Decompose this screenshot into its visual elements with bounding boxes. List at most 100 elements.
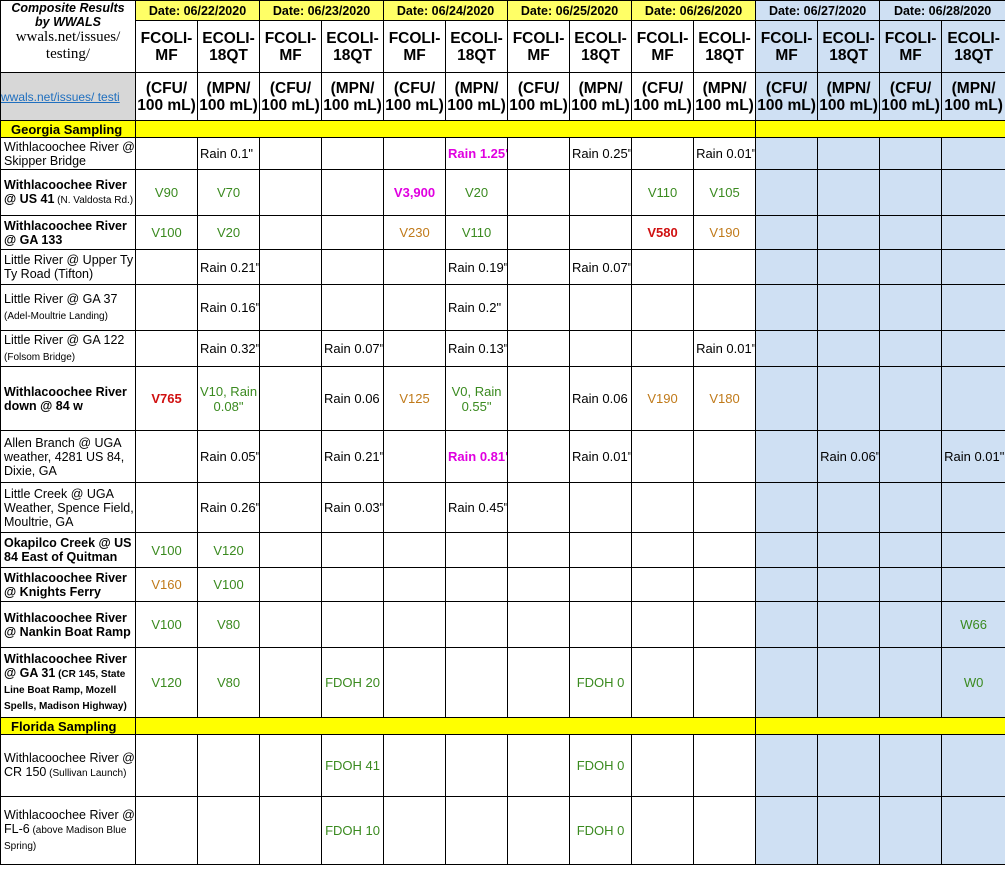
empty-cell [879, 796, 943, 865]
unit-mpn: (MPN/ 100 mL) [693, 72, 757, 121]
empty-cell [941, 284, 1005, 331]
empty-cell [941, 567, 1005, 602]
result-cell: Rain 0.16" [196, 284, 261, 331]
table-row: Little River @ GA 37 (Adel-Moultrie Land… [0, 284, 1005, 331]
col-ecoli: ECOLI-18QT [445, 20, 509, 73]
empty-cell [631, 137, 695, 170]
site-name: Withlacoochee River @ FL-6 (above Madiso… [0, 796, 136, 865]
empty-cell [135, 330, 198, 367]
result-cell: V190 [631, 366, 695, 431]
empty-cell [507, 430, 571, 483]
empty-cell [941, 137, 1005, 170]
empty-cell [259, 249, 323, 285]
col-ecoli: ECOLI-18QT [817, 20, 881, 73]
unit-cfu: (CFU/ 100 mL) [631, 72, 695, 121]
col-ecoli: ECOLI-18QT [569, 20, 633, 73]
result-cell: V80 [196, 601, 261, 648]
empty-cell [321, 284, 385, 331]
empty-cell [879, 249, 943, 285]
empty-cell [259, 647, 323, 718]
empty-cell [259, 796, 323, 865]
empty-cell [693, 734, 757, 797]
empty-cell [259, 734, 323, 797]
unit-mpn: (MPN/ 100 mL) [817, 72, 881, 121]
result-cell: Rain 0.25" [569, 137, 633, 170]
empty-cell [569, 169, 633, 216]
col-fcoli: FCOLI-MF [259, 20, 323, 73]
empty-cell [507, 169, 571, 216]
site-name: Little River @ Upper Ty Ty Road (Tifton) [0, 249, 136, 285]
empty-cell [135, 284, 198, 331]
col-fcoli: FCOLI-MF [755, 20, 819, 73]
date-0626: Date: 06/26/2020 [631, 0, 757, 21]
empty-cell [507, 734, 571, 797]
empty-cell [817, 567, 881, 602]
empty-cell [755, 796, 819, 865]
empty-cell [507, 532, 571, 568]
result-cell: V100 [135, 601, 198, 648]
col-ecoli: ECOLI-18QT [196, 20, 261, 73]
result-cell: Rain 0.03" [321, 482, 385, 533]
empty-cell [941, 532, 1005, 568]
result-cell: V190 [693, 215, 757, 250]
result-cell: V10, Rain 0.08" [196, 366, 261, 431]
empty-cell [569, 330, 633, 367]
empty-cell [941, 366, 1005, 431]
result-cell: FDOH 41 [321, 734, 385, 797]
empty-cell [693, 567, 757, 602]
site-name: Little River @ GA 37 (Adel-Moultrie Land… [0, 284, 136, 331]
unit-cfu: (CFU/ 100 mL) [507, 72, 571, 121]
empty-cell [879, 330, 943, 367]
georgia-section-row: Georgia Sampling [0, 120, 1005, 138]
empty-cell [321, 249, 385, 285]
empty-cell [631, 734, 695, 797]
col-fcoli: FCOLI-MF [383, 20, 447, 73]
result-cell: Rain 0.13" [445, 330, 509, 367]
table-row: Withlacoochee River @ GA 31 (CR 145, Sta… [0, 647, 1005, 718]
empty-cell [135, 249, 198, 285]
result-cell: V765 [135, 366, 198, 431]
empty-cell [259, 567, 323, 602]
result-cell: Rain 0.21" [196, 249, 261, 285]
result-cell: V70 [196, 169, 261, 216]
empty-cell [383, 284, 447, 331]
site-name: Little Creek @ UGA Weather, Spence Field… [0, 482, 136, 533]
site-name: Allen Branch @ UGA weather, 4281 US 84, … [0, 430, 136, 483]
table-row: Withlacoochee River @ Nankin Boat Ramp V1… [0, 601, 1005, 648]
title-line-2: by WWALS [35, 15, 101, 29]
empty-cell [879, 169, 943, 216]
website-link[interactable]: wwals.net/issues/ testi [0, 72, 136, 121]
empty-cell [879, 734, 943, 797]
col-ecoli: ECOLI-18QT [693, 20, 757, 73]
site-name: Withlacoochee River @ Nankin Boat Ramp [0, 601, 136, 648]
empty-cell [445, 532, 509, 568]
empty-cell [135, 482, 198, 533]
empty-cell [507, 647, 571, 718]
empty-cell [383, 249, 447, 285]
unit-mpn: (MPN/ 100 mL) [569, 72, 633, 121]
unit-mpn: (MPN/ 100 mL) [941, 72, 1005, 121]
empty-cell [941, 215, 1005, 250]
empty-cell [631, 482, 695, 533]
column-head-row: FCOLI-MF ECOLI-18QT FCOLI-MF ECOLI-18QT … [1, 20, 1005, 73]
empty-cell [383, 330, 447, 367]
result-cell: V580 [631, 215, 695, 250]
unit-cfu: (CFU/ 100 mL) [755, 72, 819, 121]
section-florida: Florida Sampling [0, 717, 136, 735]
empty-cell [321, 601, 385, 648]
empty-cell [445, 647, 509, 718]
empty-cell [135, 137, 198, 170]
result-cell: V90 [135, 169, 198, 216]
empty-cell [817, 284, 881, 331]
date-0622: Date: 06/22/2020 [134, 0, 261, 21]
empty-cell [755, 601, 819, 648]
table-row: Withlacoochee River @ CR 150 (Sullivan L… [0, 734, 1005, 797]
site-name: Withlacoochee River @ US 41 (N. Valdosta… [0, 169, 136, 216]
empty-cell [135, 796, 198, 865]
empty-cell [321, 169, 385, 216]
empty-cell [383, 532, 447, 568]
empty-cell [631, 249, 695, 285]
empty-cell [755, 567, 819, 602]
site-name: Withlacoochee River @ Skipper Bridge [0, 137, 136, 170]
empty-cell [259, 330, 323, 367]
